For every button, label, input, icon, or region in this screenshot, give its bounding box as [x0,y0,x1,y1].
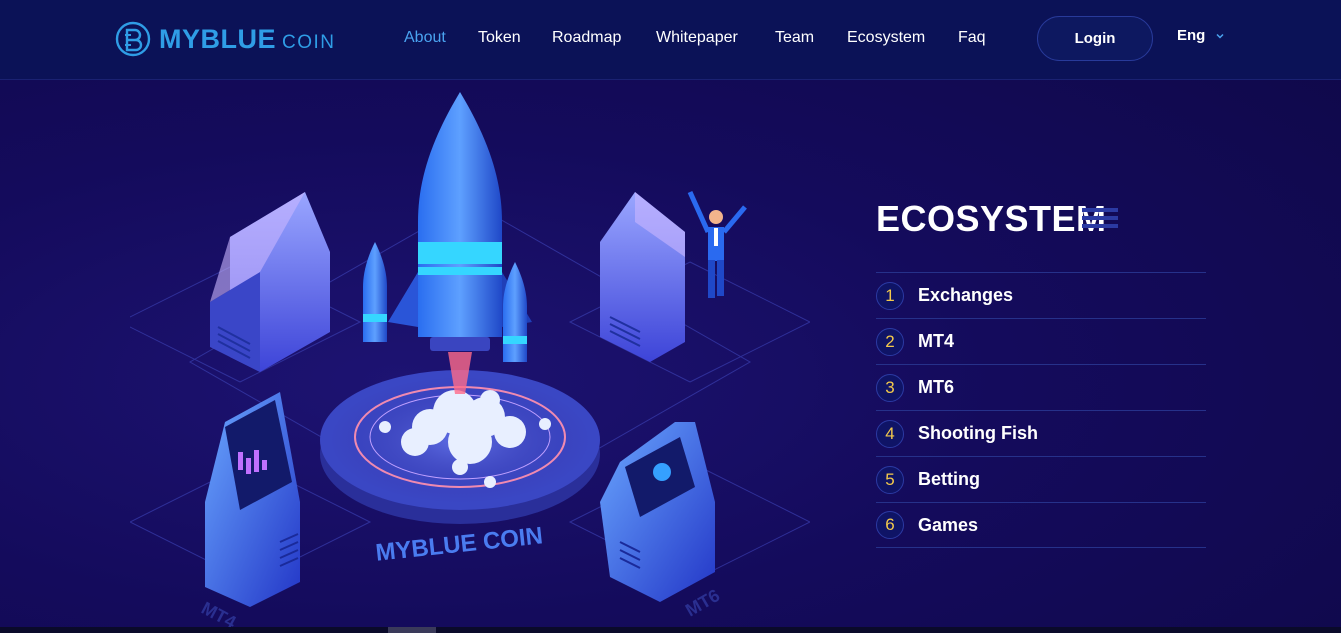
item-number-badge: 5 [876,465,904,494]
login-button[interactable]: Login [1037,16,1153,61]
ecosystem-title: ECOSYSTEM [876,198,1107,239]
item-label: Games [918,514,979,535]
list-item[interactable]: 5 Betting [876,456,1206,502]
hero-illustration: MYBLUE COIN MT4 MT6 [118,82,812,632]
nav-about[interactable]: About [404,29,446,47]
left-terminal-text: MT4 [198,598,239,630]
brand-logo[interactable]: MYBLUE COIN [115,20,336,58]
list-item[interactable]: 1 Exchanges [876,272,1206,318]
chevron-down-icon [1216,33,1224,39]
right-terminal-text: MT6 [682,585,723,620]
myblue-coin-logo-icon [115,21,151,57]
item-number-badge: 4 [876,419,904,448]
item-number-badge: 6 [876,511,904,539]
item-number-badge: 1 [876,281,904,310]
nav-team[interactable]: Team [775,29,814,47]
nav-whitepaper[interactable]: Whitepaper [656,29,738,47]
nav-token[interactable]: Token [478,29,521,47]
item-number-badge: 3 [876,373,904,402]
item-label: Exchanges [918,285,1014,305]
list-item[interactable]: 4 Shooting Fish [876,410,1206,456]
item-label: MT4 [918,331,954,351]
site-header: MYBLUE COIN About Token Roadmap Whitepap… [0,0,1341,80]
horizontal-scrollbar[interactable] [0,627,1341,633]
nav-faq[interactable]: Faq [958,29,986,47]
nav-roadmap[interactable]: Roadmap [552,29,621,47]
title-decoration-icon [1082,208,1118,228]
item-label: MT6 [918,377,954,397]
brand-name-primary: MYBLUE [159,23,276,54]
item-label: Shooting Fish [918,423,1038,443]
language-label: Eng [1177,27,1206,44]
list-item[interactable]: 3 MT6 [876,364,1206,410]
list-item[interactable]: 2 MT4 [876,318,1206,364]
nav-ecosystem[interactable]: Ecosystem [847,29,925,47]
ecosystem-list: 1 Exchanges 2 MT4 3 MT6 4 Shooting Fish … [876,272,1206,548]
brand-name-secondary: COIN [282,32,336,53]
scrollbar-thumb[interactable] [388,627,436,633]
list-item[interactable]: 6 Games [876,502,1206,548]
platform-text: MYBLUE COIN [374,522,544,566]
isometric-rocket-illustration: MYBLUE COIN MT4 MT6 [118,92,812,632]
page: MYBLUE COIN About Token Roadmap Whitepap… [0,0,1341,633]
item-label: Betting [918,469,980,489]
item-number-badge: 2 [876,327,904,356]
language-selector[interactable]: Eng [1177,27,1225,44]
